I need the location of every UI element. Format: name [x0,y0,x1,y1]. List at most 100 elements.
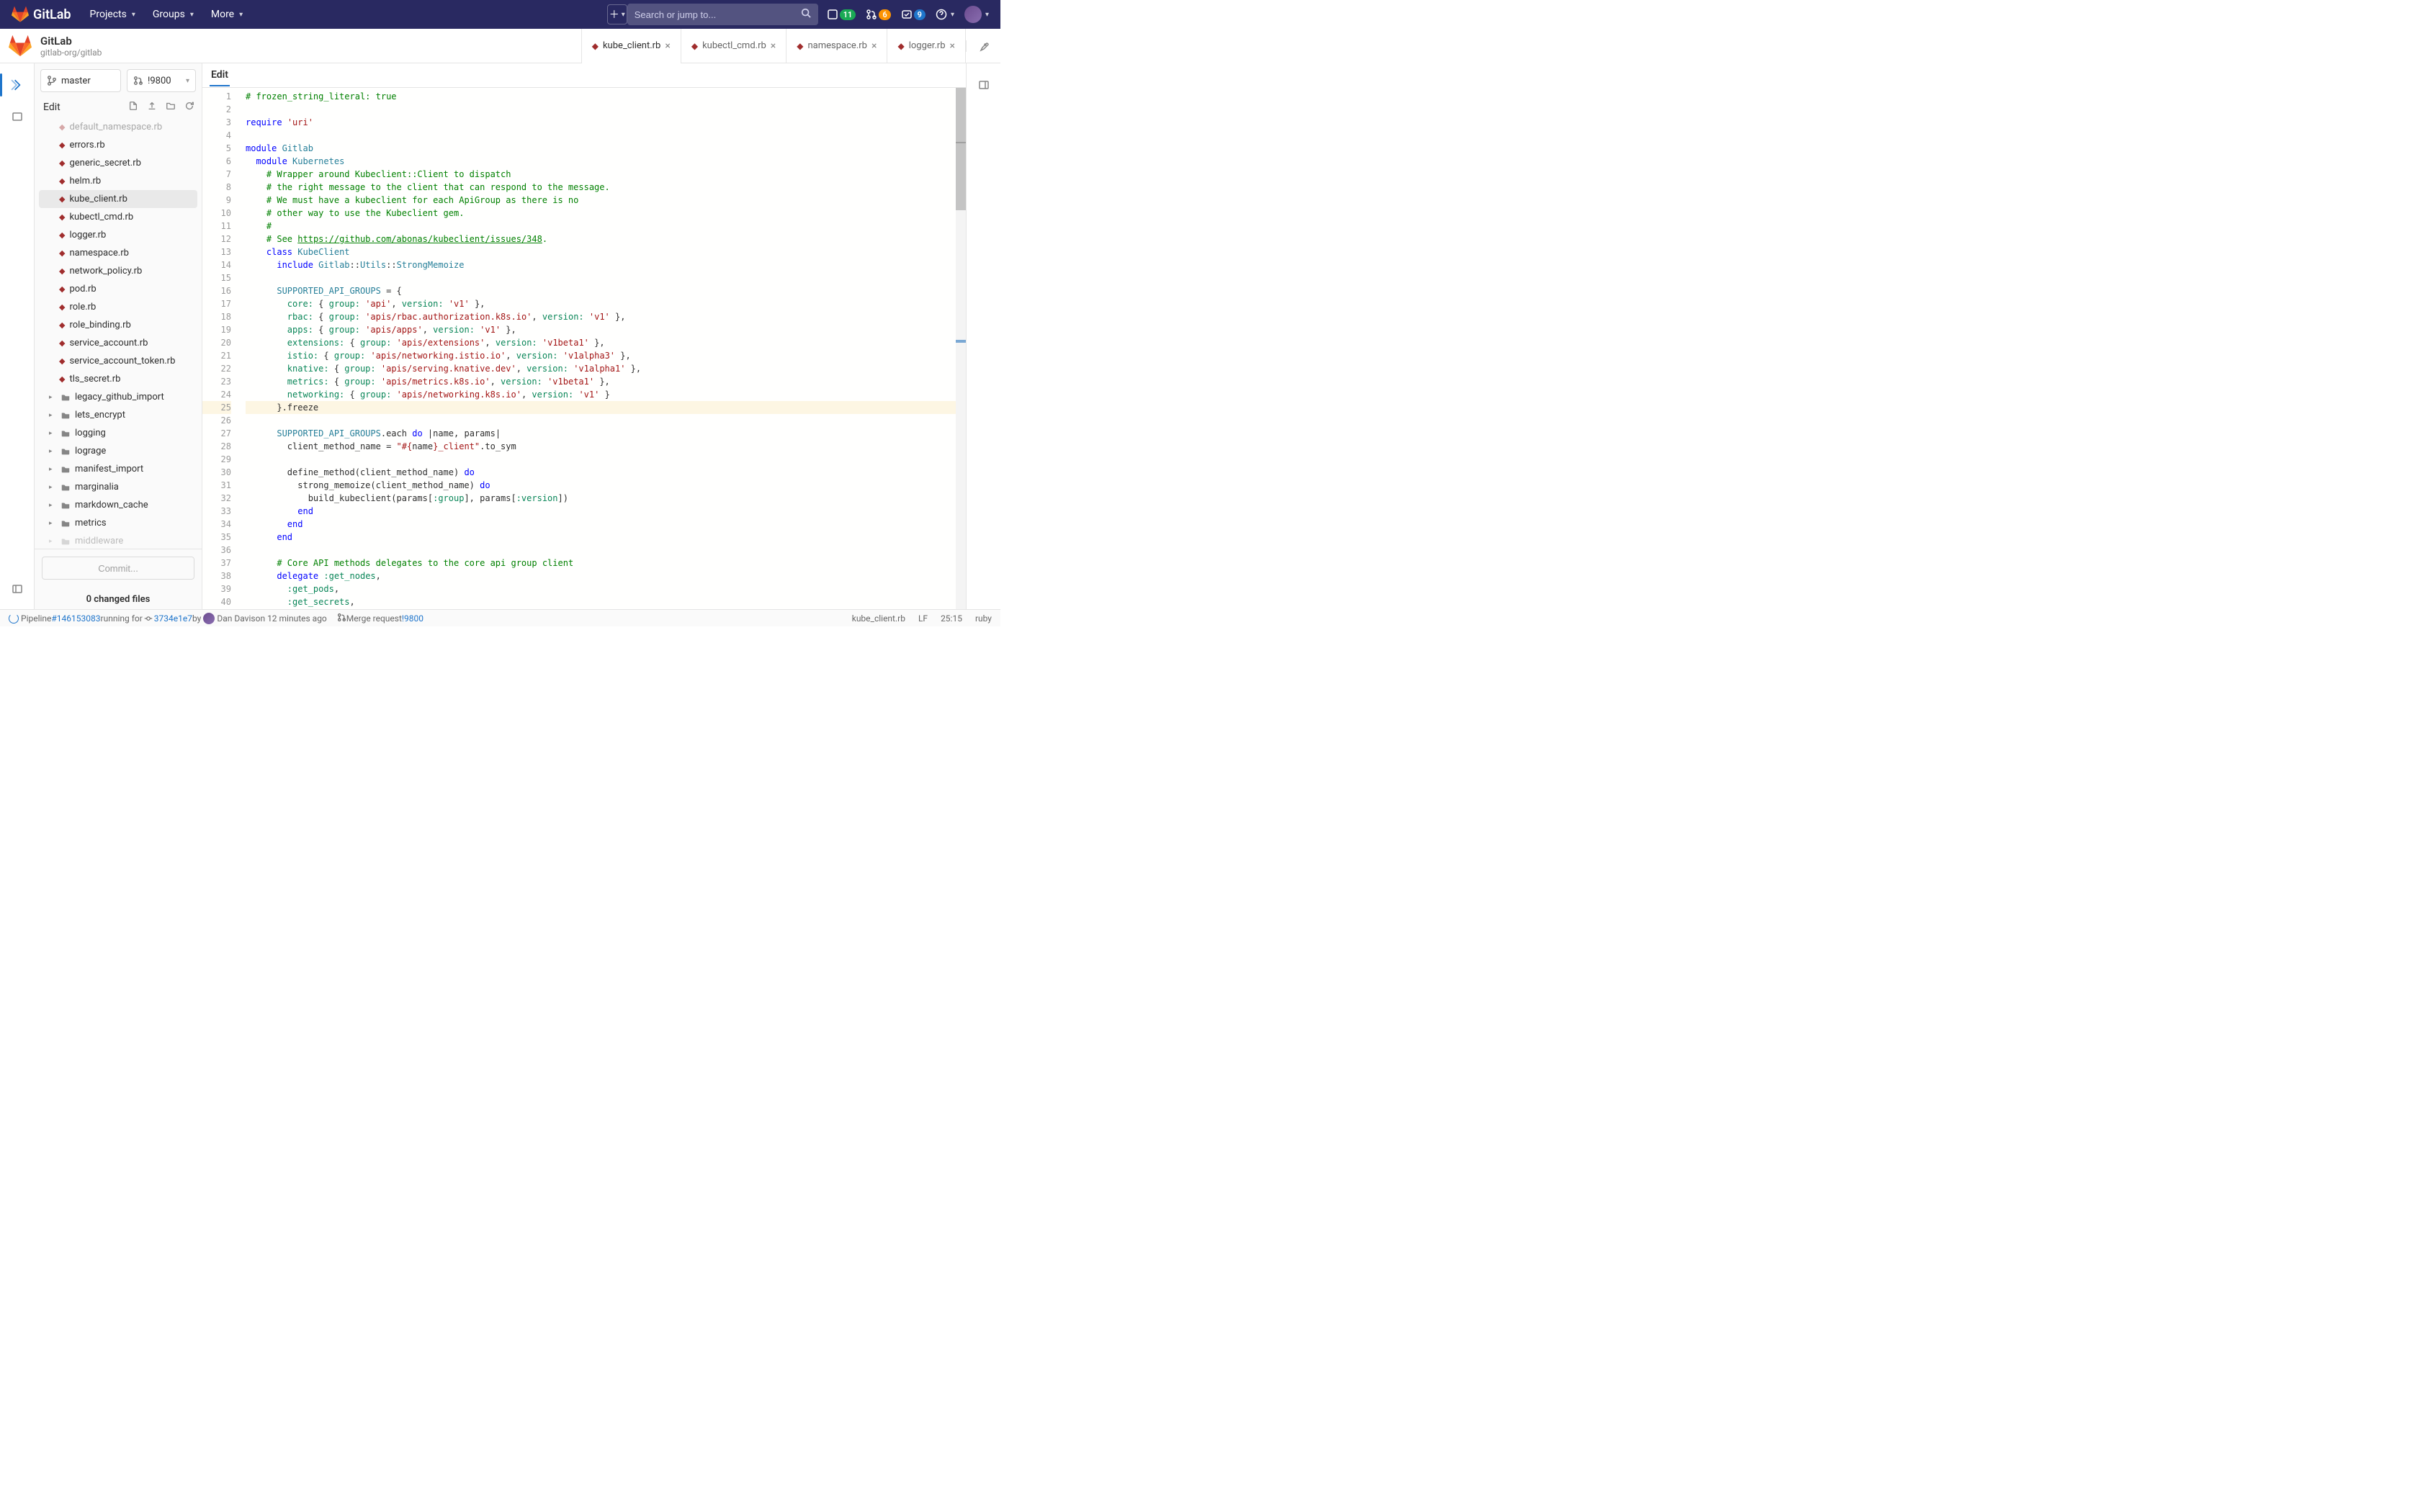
chevron-right-icon: ▸ [49,538,56,545]
file-name: default_namespace.rb [69,122,162,132]
code-editor[interactable]: 1234567891011121314151617181920212223242… [202,88,966,609]
new-file-icon[interactable] [128,101,138,114]
branch-selector[interactable]: master [40,69,121,92]
file-tree-item[interactable]: ◆role_binding.rb [39,316,197,334]
folder-tree-item[interactable]: ▸ lograge [39,442,197,460]
close-icon[interactable]: × [950,40,955,52]
tab-label: kube_client.rb [603,40,660,51]
pipeline-rocket-icon[interactable] [966,40,1000,52]
pipeline-label: Pipeline [21,613,51,624]
editor-tab[interactable]: ◆kubectl_cmd.rb× [681,29,786,63]
folder-name: manifest_import [75,464,143,474]
folder-tree-item[interactable]: ▸logging [39,424,197,442]
status-language[interactable]: ruby [975,613,992,624]
rail-review-icon[interactable] [3,102,32,131]
commit-icon [144,614,153,623]
todos-link[interactable]: 9 [901,9,926,20]
right-rail-collapse-icon[interactable] [969,71,998,99]
commit-link[interactable]: 3734e1e7 [154,613,192,624]
commit-button[interactable]: Commit... [42,557,194,580]
file-tree-item[interactable]: ◆tls_secret.rb [39,370,197,388]
folder-icon [60,428,71,438]
editor-tab[interactable]: ◆namespace.rb× [786,29,887,63]
file-name: kubectl_cmd.rb [69,212,133,222]
file-tree-item[interactable]: ◆generic_secret.rb [39,154,197,172]
folder-tree-item[interactable]: ▸legacy_github_import [39,388,197,406]
pipeline-running-icon [9,613,19,624]
by-text: by [192,613,201,624]
ruby-icon: ◆ [59,176,65,186]
file-name: tls_secret.rb [69,374,120,384]
mr-id: !9800 [148,76,171,86]
project-avatar[interactable] [6,32,35,60]
mr-link[interactable]: !9800 [402,613,424,624]
new-dropdown[interactable]: ＋ [607,4,627,24]
close-icon[interactable]: × [665,40,670,52]
search-icon [801,8,811,21]
file-tree-item[interactable]: ◆errors.rb [39,136,197,154]
file-tree-item[interactable]: ◆network_policy.rb [39,262,197,280]
tab-label: logger.rb [909,40,946,51]
file-tree-item[interactable]: ◆service_account_token.rb [39,352,197,370]
ruby-icon: ◆ [59,248,65,258]
ruby-icon: ◆ [59,320,65,330]
close-icon[interactable]: × [771,40,776,52]
author-avatar [203,613,215,624]
folder-tree-item[interactable]: ▸metrics [39,514,197,532]
project-name[interactable]: GitLab [40,35,102,48]
scrollbar[interactable] [956,88,966,609]
file-tree-item[interactable]: ◆role.rb [39,298,197,316]
status-encoding[interactable]: LF [918,613,928,624]
ruby-icon: ◆ [797,41,803,51]
status-cursor[interactable]: 25:15 [941,613,962,624]
folder-tree-item[interactable]: ▸lets_encrypt [39,406,197,424]
todos-icon [901,9,913,20]
global-search[interactable] [627,4,818,25]
scroll-thumb[interactable] [956,88,966,210]
issues-count: 11 [840,9,856,20]
user-menu[interactable] [964,6,989,23]
upload-icon[interactable] [147,101,157,114]
file-tree-item[interactable]: ◆kubectl_cmd.rb [39,208,197,226]
mr-label: Merge request [346,613,402,624]
file-name: pod.rb [69,284,96,294]
folder-name: lograge [75,446,106,456]
gitlab-logo[interactable]: GitLab [12,6,71,23]
file-tree-item[interactable]: ◆logger.rb [39,226,197,244]
help-dropdown[interactable] [936,9,954,20]
folder-tree-item[interactable]: ▸manifest_import [39,460,197,478]
todos-count: 9 [914,9,926,20]
new-folder-icon[interactable] [166,101,176,114]
chevron-right-icon: ▸ [49,448,56,455]
chevron-right-icon: ▸ [49,412,56,419]
help-icon [936,9,947,20]
mr-icon [133,76,143,86]
refresh-icon[interactable] [184,101,194,114]
mr-selector[interactable]: !9800 ▾ [127,69,196,92]
nav-projects[interactable]: Projects [83,4,143,24]
rail-edit-icon[interactable] [3,71,32,99]
merge-requests-link[interactable]: 6 [866,9,890,20]
pipeline-id-link[interactable]: #146153083 [51,613,100,624]
folder-tree-item[interactable]: ▸marginalia [39,478,197,496]
editor-tab[interactable]: ◆kube_client.rb× [582,29,681,63]
file-tree-item[interactable]: ◆pod.rb [39,280,197,298]
folder-tree-item[interactable]: ▸middleware [39,532,197,549]
folder-name: markdown_cache [75,500,148,510]
rail-collapse-icon[interactable] [3,575,32,603]
changed-files-count: 0 changed files [35,587,202,609]
file-tree-item[interactable]: ◆service_account.rb [39,334,197,352]
search-input[interactable] [635,9,801,20]
ruby-icon: ◆ [897,41,904,51]
folder-tree-item[interactable]: ▸markdown_cache [39,496,197,514]
issues-link[interactable]: 11 [827,9,856,20]
file-tree-item[interactable]: ◆default_namespace.rb [39,118,197,136]
file-tree-item[interactable]: ◆kube_client.rb [39,190,197,208]
close-icon[interactable]: × [871,40,877,52]
editor-mode-tab[interactable]: Edit [210,65,230,86]
file-tree-item[interactable]: ◆helm.rb [39,172,197,190]
nav-more[interactable]: More [204,4,250,24]
file-tree-item[interactable]: ◆namespace.rb [39,244,197,262]
nav-groups[interactable]: Groups [145,4,201,24]
editor-tab[interactable]: ◆ logger.rb × [887,29,966,63]
